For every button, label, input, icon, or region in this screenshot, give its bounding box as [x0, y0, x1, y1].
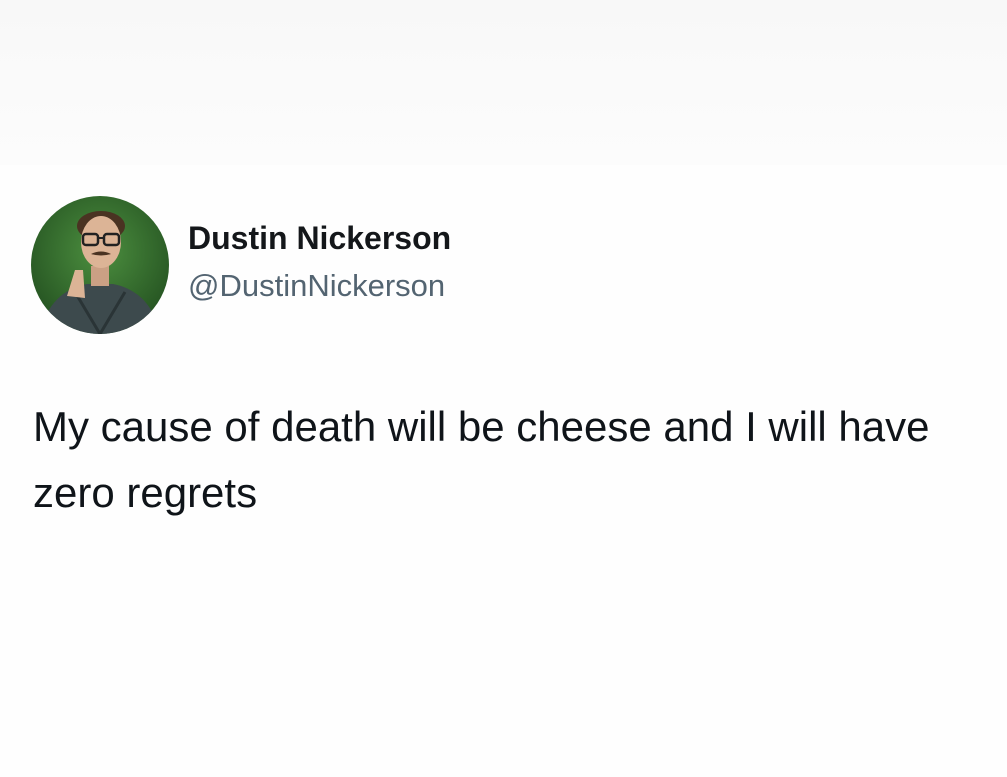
tweet-author: Dustin Nickerson @DustinNickerson	[31, 196, 451, 334]
avatar[interactable]	[31, 196, 169, 334]
tweet-card: Dustin Nickerson @DustinNickerson My cau…	[0, 0, 1007, 777]
top-band	[0, 0, 1007, 165]
user-handle[interactable]: @DustinNickerson	[188, 267, 451, 305]
tweet-text: My cause of death will be cheese and I w…	[33, 403, 930, 516]
profile-photo-icon	[31, 196, 169, 334]
author-text: Dustin Nickerson @DustinNickerson	[188, 219, 451, 305]
display-name[interactable]: Dustin Nickerson	[188, 219, 451, 257]
